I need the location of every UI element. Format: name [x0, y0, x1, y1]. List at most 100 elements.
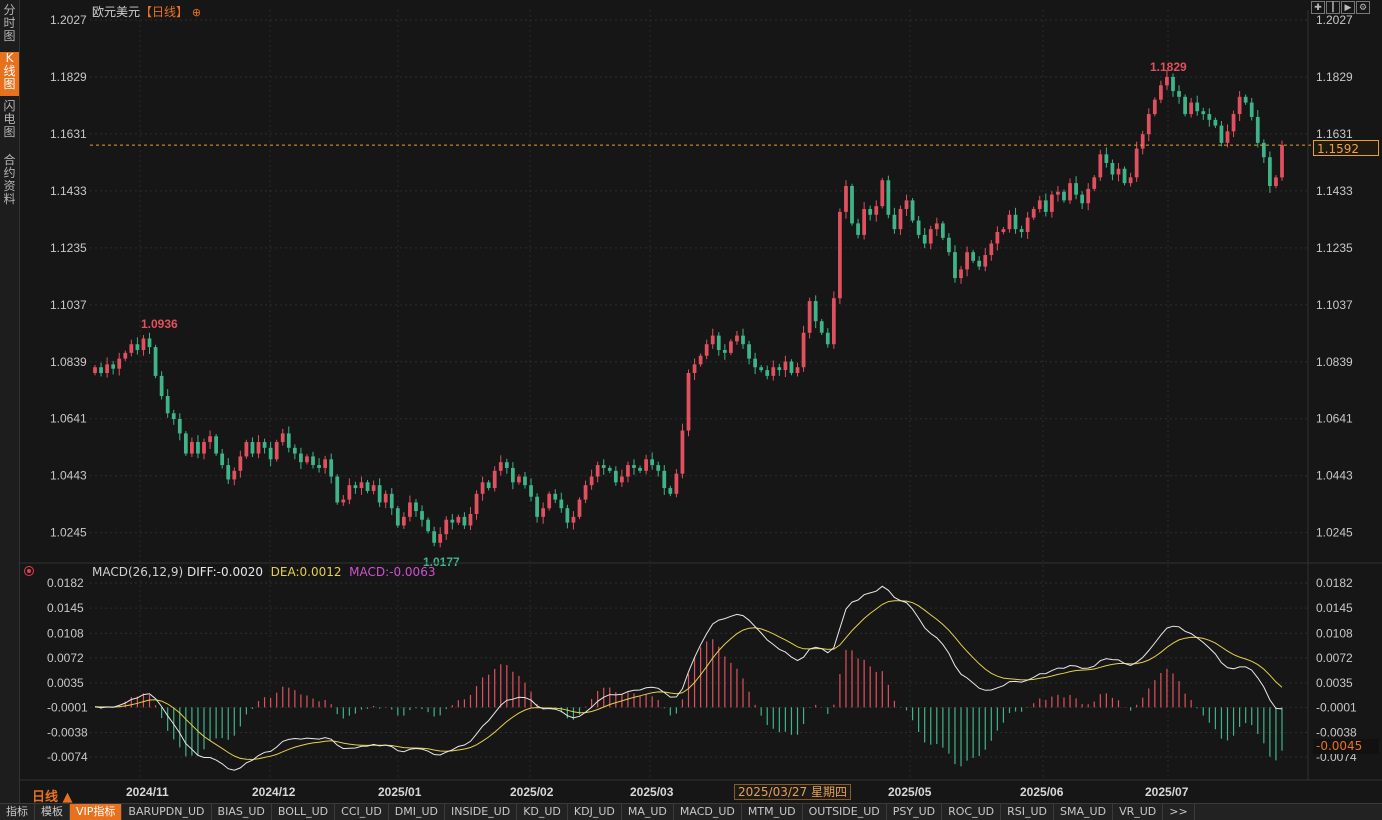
candle-body: [1280, 145, 1284, 178]
side-tab-3[interactable]: 合约资料: [0, 154, 19, 212]
candle-body: [1213, 119, 1218, 126]
candle-body: [850, 185, 854, 224]
indicator-tab-15[interactable]: PSY_UD: [887, 804, 943, 820]
macd-tick-left: 0.0182: [47, 576, 84, 590]
price-tick-left: 1.2027: [50, 13, 87, 27]
candle-body: [626, 465, 630, 477]
candle-body: [244, 442, 249, 457]
candle-body: [341, 499, 346, 503]
candle-body: [662, 470, 667, 489]
candle-body: [1255, 116, 1260, 143]
candle-body: [135, 344, 140, 350]
candle-body: [916, 220, 921, 235]
crosshair-icon[interactable]: ✚: [1311, 1, 1325, 14]
price-chart[interactable]: 1.2027 1.2027 1.1829 1.1829 1.1631 1.1631 1.14…: [20, 0, 1382, 803]
indicator-tab-1[interactable]: 模板: [35, 804, 70, 820]
candle-body: [305, 456, 309, 463]
chart-toolbar: ✚ ┃ ▶ ⚙: [1311, 1, 1370, 14]
indicator-tab-2[interactable]: VIP指标: [70, 804, 123, 820]
candle-body: [1177, 91, 1181, 97]
indicator-tab-6[interactable]: CCI_UD: [335, 804, 389, 820]
indicator-tab-8[interactable]: INSIDE_UD: [445, 804, 518, 820]
candle-body: [759, 367, 764, 371]
side-tab-0[interactable]: 分时图: [0, 4, 19, 50]
candle-body: [547, 493, 552, 509]
indicator-tab-16[interactable]: ROC_UD: [942, 804, 1002, 820]
price-tick-right: 1.0839: [1316, 355, 1353, 369]
indicator-tab-17[interactable]: RSI_UD: [1001, 804, 1055, 820]
candle-body: [347, 485, 352, 500]
candle-body: [613, 470, 618, 483]
indicator-tab-12[interactable]: MACD_UD: [674, 804, 742, 820]
date-tick: 2025/03: [630, 785, 674, 799]
candle-body: [601, 465, 606, 468]
candle-body: [177, 419, 182, 434]
candle-body: [1013, 214, 1018, 230]
candle-body: [1037, 200, 1042, 210]
price-tick-right: 1.1631: [1316, 127, 1353, 141]
candle-body: [202, 442, 206, 454]
candle-body: [1249, 102, 1254, 117]
indicator-tab-0[interactable]: 指标: [0, 804, 35, 820]
candle-body: [208, 436, 212, 443]
candle-body: [105, 364, 109, 373]
indicator-tab-19[interactable]: VR_UD: [1113, 804, 1164, 820]
play-icon[interactable]: ▶: [1341, 1, 1355, 14]
candle-body: [1243, 96, 1248, 103]
date-tick: 2024/12: [252, 785, 296, 799]
candle-body: [529, 485, 533, 497]
candle-body: [541, 508, 546, 517]
indicator-tab-7[interactable]: DMI_UD: [389, 804, 446, 820]
candle-body: [565, 508, 570, 523]
price-tick-left: 1.1433: [50, 184, 87, 198]
candle-body: [492, 470, 497, 489]
indicator-tab-3[interactable]: BARUPDN_UD: [122, 804, 212, 820]
candle-body: [450, 519, 455, 523]
candle-body: [862, 209, 867, 235]
indicator-tab-4[interactable]: BIAS_UD: [212, 804, 272, 820]
candle-body: [286, 433, 291, 448]
candle-body: [1171, 76, 1175, 92]
side-tab-2[interactable]: 闪电图: [0, 100, 19, 150]
candle-body: [686, 372, 691, 431]
candle-body: [765, 370, 770, 376]
candle-body: [1043, 200, 1048, 212]
candle-body: [1062, 191, 1066, 201]
macd-tick-right: 0.0072: [1316, 651, 1353, 665]
indicator-tab-9[interactable]: KD_UD: [517, 804, 568, 820]
indicator-tab-20[interactable]: >>: [1163, 804, 1195, 820]
bar-style-icon[interactable]: ┃: [1326, 1, 1340, 14]
candle-body: [1098, 154, 1103, 178]
candle-body: [159, 375, 164, 397]
candle-body: [383, 493, 388, 503]
candle-body: [395, 508, 400, 526]
candle-body: [317, 465, 321, 468]
side-tab-1[interactable]: K线图: [0, 52, 19, 96]
candle-body: [801, 332, 806, 368]
circle-plus-icon[interactable]: ⊕: [192, 6, 201, 19]
indicator-tab-11[interactable]: MA_UD: [622, 804, 674, 820]
candle-body: [856, 223, 860, 235]
indicator-settings-icon[interactable]: [24, 566, 34, 576]
candle-body: [1128, 177, 1133, 184]
candle-body: [444, 519, 449, 535]
candle-body: [1231, 114, 1236, 132]
indicator-tab-18[interactable]: SMA_UD: [1054, 804, 1114, 820]
candle-body: [674, 473, 679, 494]
candle-body: [183, 433, 188, 454]
candle-body: [335, 476, 340, 503]
candle-body: [462, 516, 467, 526]
candle-body: [401, 516, 406, 526]
candle-body: [1068, 183, 1072, 201]
indicator-tab-5[interactable]: BOLL_UD: [272, 804, 336, 820]
candle-body: [1201, 111, 1206, 115]
candle-body: [874, 206, 879, 215]
candle-body: [1207, 114, 1212, 120]
candle-body: [1049, 194, 1054, 212]
price-tick-right: 1.0641: [1316, 412, 1353, 426]
indicator-tab-14[interactable]: OUTSIDE_UD: [803, 804, 887, 820]
indicator-tab-10[interactable]: KDJ_UD: [568, 804, 622, 820]
settings-icon[interactable]: ⚙: [1356, 1, 1370, 14]
candle-body: [371, 485, 376, 491]
indicator-tab-13[interactable]: MTM_UD: [742, 804, 803, 820]
